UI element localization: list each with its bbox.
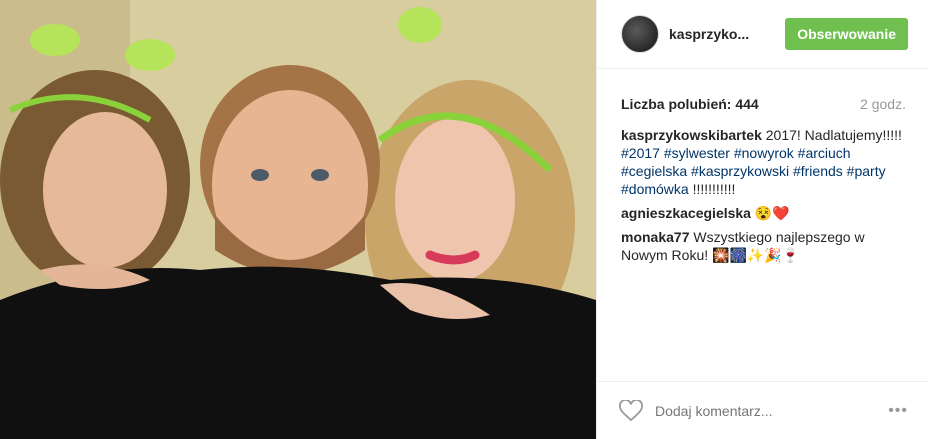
post-photo[interactable]	[0, 0, 596, 439]
comment-username[interactable]: monaka77	[621, 229, 689, 245]
avatar[interactable]	[621, 15, 659, 53]
hashtag[interactable]: #nowyrok	[734, 145, 794, 161]
likes-count[interactable]: Liczba polubień: 444	[621, 96, 759, 112]
hashtag[interactable]: #2017	[621, 145, 660, 161]
author-username[interactable]: kasprzyko...	[669, 26, 769, 42]
hashtag[interactable]: #arciuch	[798, 145, 851, 161]
follow-button[interactable]: Obserwowanie	[785, 18, 908, 50]
hashtag[interactable]: #kasprzykowski	[691, 163, 789, 179]
hashtag[interactable]: #party	[847, 163, 886, 179]
photo-illustration	[0, 0, 596, 439]
hashtag[interactable]: #friends	[793, 163, 843, 179]
instagram-post: kasprzyko... Obserwowanie Liczba polubie…	[0, 0, 928, 439]
heart-outline-icon[interactable]	[619, 399, 643, 422]
post-stats: Liczba polubień: 444 2 godz.	[597, 69, 928, 112]
more-options-icon[interactable]: •••	[888, 402, 908, 420]
comment-username[interactable]: agnieszkacegielska	[621, 205, 751, 221]
post-header: kasprzyko... Obserwowanie	[597, 0, 928, 69]
caption-username[interactable]: kasprzykowskibartek	[621, 127, 762, 143]
comments-list: kasprzykowskibartek 2017! Nadlatujemy!!!…	[597, 112, 928, 264]
caption: kasprzykowskibartek 2017! Nadlatujemy!!!…	[621, 126, 906, 198]
post-sidebar: kasprzyko... Obserwowanie Liczba polubie…	[596, 0, 928, 439]
hashtag[interactable]: #domówka	[621, 181, 689, 197]
hashtag[interactable]: #sylwester	[664, 145, 730, 161]
post-footer: •••	[597, 381, 928, 439]
comment-text: 😵❤️	[754, 205, 790, 221]
comment-item: monaka77 Wszystkiego najlepszego w Nowym…	[621, 228, 906, 264]
add-comment-input[interactable]	[653, 401, 857, 420]
caption-trailing: !!!!!!!!!!!	[692, 181, 736, 197]
comment-item: agnieszkacegielska 😵❤️	[621, 204, 906, 222]
hashtag[interactable]: #cegielska	[621, 163, 687, 179]
post-time[interactable]: 2 godz.	[860, 96, 906, 112]
caption-text: 2017! Nadlatujemy!!!!!	[765, 127, 902, 143]
